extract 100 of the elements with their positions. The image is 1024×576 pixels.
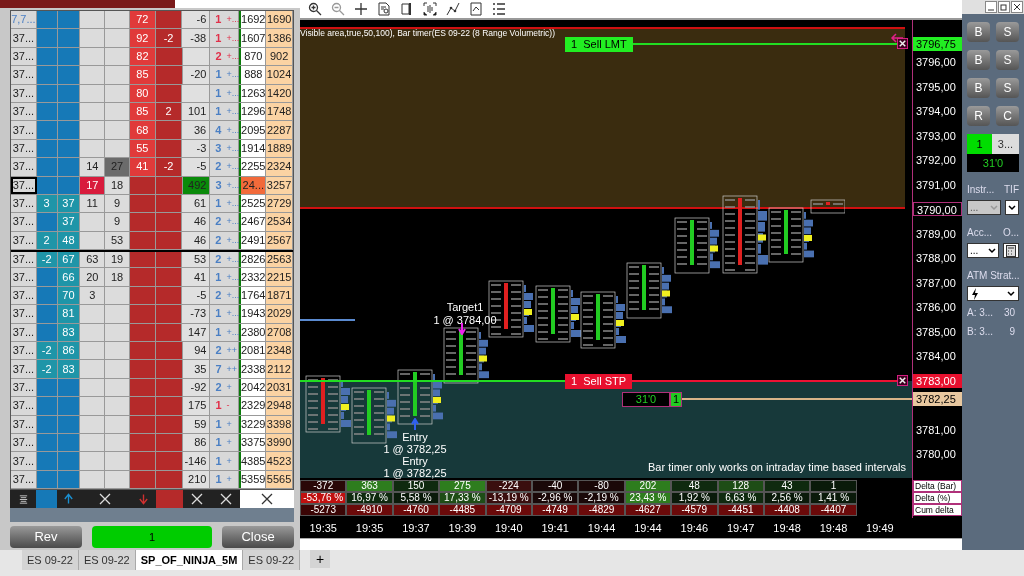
delta-cell: -6 (182, 11, 211, 29)
document-search-icon[interactable] (377, 2, 391, 16)
order-button[interactable]: C (996, 106, 1019, 126)
zoom-out-icon[interactable] (331, 2, 345, 16)
volume-cell: 2348 (266, 342, 293, 360)
field-label: ATM Strat... (966, 269, 1021, 283)
order-button[interactable]: R (967, 106, 990, 126)
delta-cell: -4749 (531, 504, 579, 516)
price-cell: 37... (11, 121, 37, 139)
calculator-button[interactable] (1003, 243, 1019, 258)
add-tab-button[interactable]: + (310, 550, 330, 568)
delta-cell: -20 (182, 66, 211, 84)
cancel-order-icon[interactable] (897, 37, 908, 49)
entry-label: Entry (401, 432, 429, 443)
quantity-button[interactable]: 1 (92, 526, 212, 549)
horizontal-scrollbar[interactable] (300, 538, 962, 550)
price-label: 3793,00 (915, 128, 957, 143)
position-quantity: 1 (967, 134, 992, 154)
chart-tab[interactable]: SP_OF_NINJA_5M (135, 550, 244, 570)
price-label: 3784,00 (915, 349, 957, 363)
chevron-down-icon (1007, 290, 1015, 297)
order-label[interactable]: 1 Sell STP (565, 373, 633, 389)
column-button[interactable] (183, 490, 211, 509)
volume-cell: 2826 (239, 252, 267, 268)
delta-cell: 16,97 % (346, 492, 393, 504)
chart-tab[interactable]: ES 09-22 (22, 550, 79, 570)
delta-cell: -13,19 % (485, 492, 532, 504)
delta-cell: -4485 (439, 504, 486, 516)
trade-count: 1 (215, 87, 222, 99)
field-label: O... (1002, 226, 1019, 240)
position-price: 3... (992, 134, 1019, 154)
trade-sign: + (226, 419, 232, 429)
volume-cell: 1386 (266, 29, 293, 47)
trade-count: 1 (215, 418, 222, 430)
zoom-in-icon[interactable] (308, 2, 322, 16)
trade-count: 2 (215, 382, 222, 393)
trade-sign: +... (226, 51, 240, 61)
time-label: 19:47 (725, 520, 756, 536)
dropdown-field[interactable] (1005, 200, 1019, 215)
delta-cell: 150 (392, 480, 440, 492)
dropdown-field[interactable] (967, 286, 1019, 301)
crosshair-icon[interactable] (354, 2, 368, 16)
order-button[interactable]: B (967, 78, 990, 98)
column-button[interactable] (211, 490, 240, 509)
menu-icon (17, 493, 29, 505)
delta-cell: 35 (182, 360, 211, 378)
trade-sign: +... (226, 162, 240, 172)
trade-count: 1 (215, 308, 222, 320)
price-label: 3782,25 (913, 391, 962, 406)
order-button[interactable]: S (996, 22, 1019, 42)
delta-cell: 43 (763, 480, 811, 492)
delta-cell: -4451 (717, 504, 764, 516)
trade-count: 1 (215, 271, 222, 283)
trade-count: 2 (215, 254, 222, 266)
price-cell: 37... (11, 29, 37, 47)
time-label: 19:46 (679, 520, 710, 536)
column-button[interactable] (10, 490, 36, 509)
field-label: Instr... (967, 183, 995, 197)
list-icon[interactable] (492, 2, 506, 16)
price-cell: 7,7... (11, 11, 37, 29)
action-button[interactable]: Rev (10, 526, 82, 549)
trade-sign: +... (226, 15, 240, 25)
time-label: 19:48 (772, 520, 802, 536)
trade-count: 2 (215, 234, 222, 246)
time-label: 19:37 (401, 520, 431, 536)
time-label: 19:35 (354, 520, 385, 536)
volume-cell: 2332 (239, 268, 267, 286)
row-label: Cum delta (913, 504, 962, 516)
chart-tab[interactable]: ES 09-22 (78, 550, 136, 570)
price-label: 3780,00 (915, 447, 957, 461)
delta-cell: 363 (346, 480, 393, 492)
line-chart-icon[interactable] (446, 2, 460, 16)
order-button[interactable]: S (996, 50, 1019, 70)
delta-cell: -80 (578, 480, 625, 492)
order-button[interactable]: B (967, 22, 990, 42)
close-icon[interactable] (1011, 1, 1023, 13)
price-label: 3788,00 (915, 251, 957, 265)
time-label: 19:49 (865, 520, 895, 536)
close-icon (261, 493, 273, 506)
action-button[interactable]: Close (222, 526, 294, 549)
order-button[interactable]: B (967, 50, 990, 70)
dropdown-field[interactable]: ... (967, 243, 999, 258)
price-label: 3783,00 (913, 373, 962, 388)
chart-tab[interactable]: ES 09-22 (243, 550, 301, 570)
minimize-icon[interactable] (985, 1, 997, 13)
trade-sign: +... (226, 70, 240, 80)
chart-notice: Bar timer only works on intraday time based intervals (648, 462, 906, 473)
restore-icon[interactable] (998, 1, 1010, 13)
ask-cell: -2 (155, 29, 183, 47)
ask-cell (129, 252, 156, 268)
cancel-order-icon[interactable] (897, 374, 908, 386)
order-button[interactable]: S (996, 78, 1019, 98)
price-label: 3794,00 (915, 104, 957, 118)
time-label: 19:44 (586, 520, 617, 536)
delta-cell: -4760 (392, 504, 440, 516)
delta-cell: 1,92 % (671, 492, 718, 504)
volume-cell: 888 (239, 66, 267, 84)
close-icon (219, 493, 232, 506)
chart-bars-icon[interactable] (423, 2, 437, 16)
bar-chart-icon[interactable] (400, 2, 414, 16)
